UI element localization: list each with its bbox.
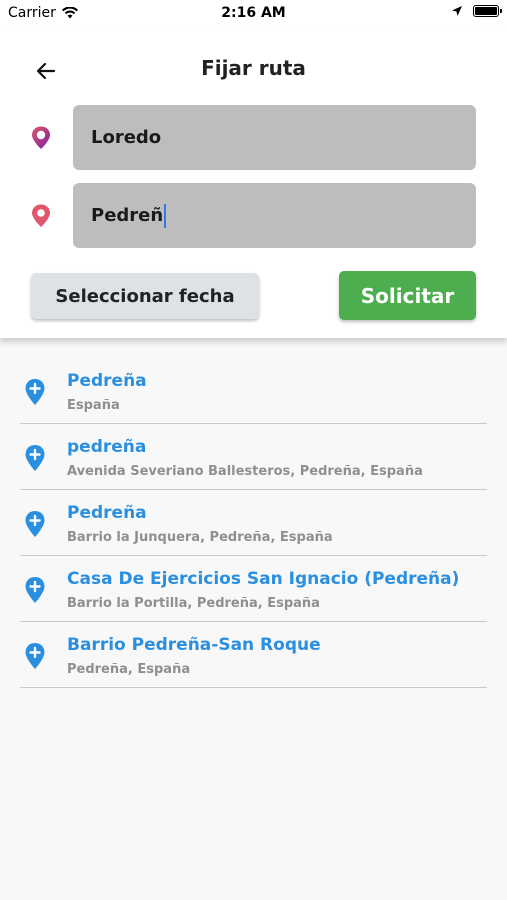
battery-icon [473,5,502,17]
suggestion-list: Pedreña España pedreña Avenida Severiano… [20,358,487,688]
origin-field[interactable]: Loredo [73,105,476,170]
suggestion-title: Pedreña [67,371,147,391]
suggestion-title: Barrio Pedreña-San Roque [67,635,321,655]
origin-pin-icon [32,126,50,149]
status-right [451,5,502,17]
suggestion-subtitle: Barrio la Junquera, Pedreña, España [67,530,333,545]
status-bar: Carrier 2:16 AM [0,0,507,28]
suggestion-item[interactable]: Barrio Pedreña-San Roque Pedreña, España [20,622,487,688]
text-caret [164,203,167,228]
suggestion-subtitle: Avenida Severiano Ballesteros, Pedreña, … [67,464,423,479]
route-header-card: Fijar ruta Loredo Pedreñ Seleccionar fec… [0,28,507,338]
add-location-icon [25,643,45,669]
suggestion-subtitle: Pedreña, España [67,662,191,677]
add-location-icon [25,379,45,405]
add-location-icon [25,511,45,537]
page-title: Fijar ruta [201,56,306,80]
destination-value: Pedreñ [91,205,164,226]
suggestion-title: pedreña [67,437,147,457]
select-date-button[interactable]: Seleccionar fecha [31,273,259,319]
suggestion-title: Casa De Ejercicios San Ignacio (Pedreña) [67,569,460,589]
suggestion-item[interactable]: pedreña Avenida Severiano Ballesteros, P… [20,424,487,490]
suggestion-item[interactable]: Pedreña Barrio la Junquera, Pedreña, Esp… [20,490,487,556]
suggestion-title: Pedreña [67,503,147,523]
destination-field[interactable]: Pedreñ [73,183,476,248]
add-location-icon [25,445,45,471]
add-location-icon [25,577,45,603]
destination-pin-icon [32,204,50,227]
status-time: 2:16 AM [221,5,286,21]
suggestion-item[interactable]: Pedreña España [20,358,487,424]
location-arrow-icon [452,6,462,16]
suggestion-subtitle: España [67,398,120,413]
origin-value: Loredo [91,127,162,148]
suggestion-subtitle: Barrio la Portilla, Pedreña, España [67,596,320,611]
request-button[interactable]: Solicitar [339,271,476,320]
suggestion-item[interactable]: Casa De Ejercicios San Ignacio (Pedreña)… [20,556,487,622]
